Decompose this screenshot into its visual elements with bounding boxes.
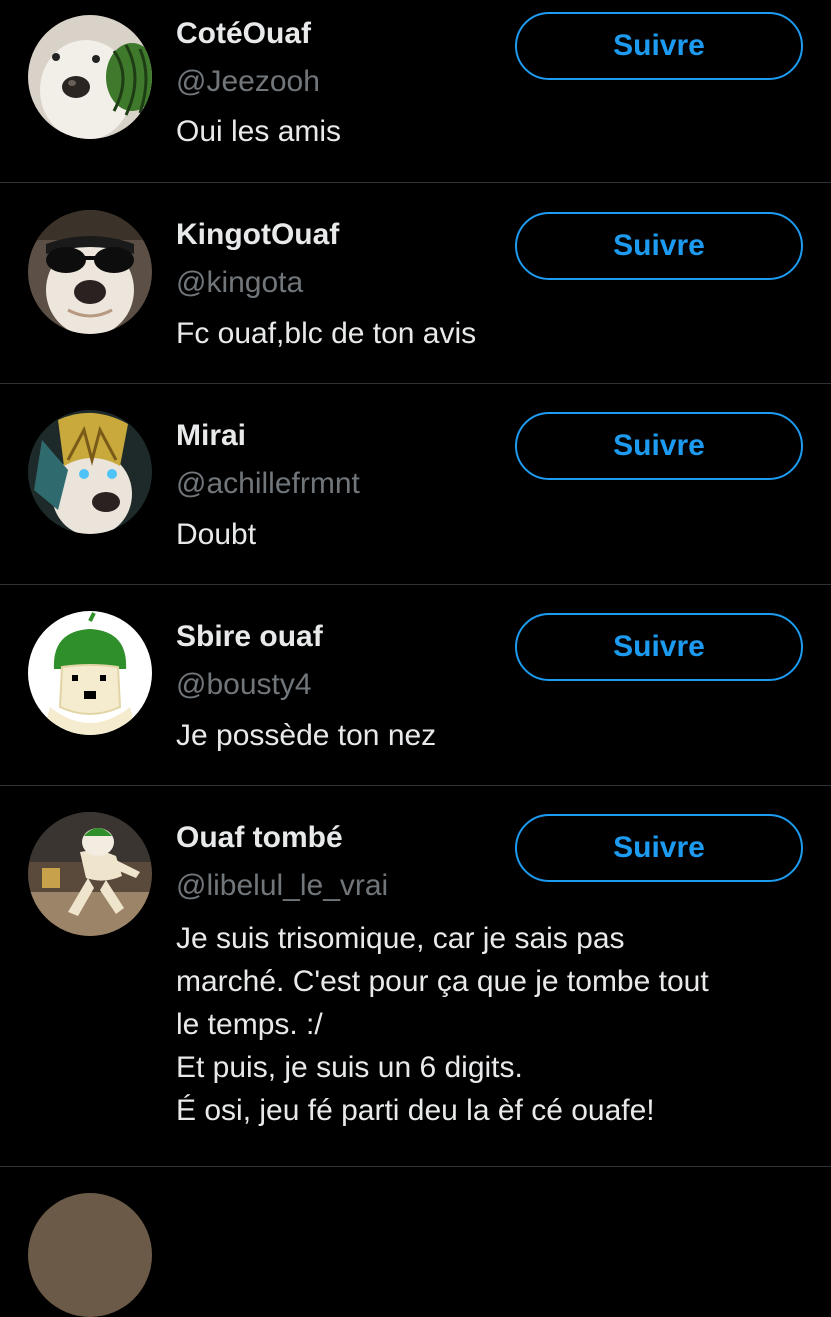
dog-avatar-icon	[28, 410, 152, 534]
follow-button[interactable]: Suivre	[515, 412, 803, 480]
bio-line: marché. C'est pour ça que je tombe tout	[176, 965, 709, 998]
fallen-dog-avatar-icon	[28, 812, 152, 936]
user-handle[interactable]: @Jeezooh	[176, 65, 320, 99]
follow-button[interactable]: Suivre	[515, 12, 803, 80]
dog-avatar-icon	[28, 210, 152, 334]
bio-line: Je suis trisomique, car je sais pas	[176, 922, 625, 955]
bio-line: Je possède ton nez	[176, 719, 437, 752]
bio-line: Fc ouaf,blc de ton avis	[176, 317, 477, 350]
bio-line: Doubt	[176, 518, 257, 551]
bio-line: Oui les amis	[176, 115, 342, 148]
user-bio: Je possède ton nez	[176, 714, 806, 757]
display-name[interactable]: CotéOuaf	[176, 17, 311, 51]
user-row[interactable]: KingotOuaf @kingota Fc ouaf,blc de ton a…	[0, 183, 831, 384]
user-bio: Doubt	[176, 513, 806, 556]
display-name[interactable]: Ouaf tombé	[176, 821, 343, 855]
user-handle[interactable]: @bousty4	[176, 668, 312, 702]
avatar[interactable]	[28, 812, 152, 936]
user-handle[interactable]: @libelul_le_vrai	[176, 869, 388, 903]
user-bio: Oui les amis	[176, 110, 806, 153]
follow-button[interactable]: Suivre	[515, 814, 803, 882]
avatar[interactable]	[28, 15, 152, 139]
display-name[interactable]: Sbire ouaf	[176, 620, 323, 654]
user-handle[interactable]: @achillefrmnt	[176, 467, 360, 501]
user-row[interactable]: Ouaf tombé @libelul_le_vrai Je suis tris…	[0, 786, 831, 1167]
dog-avatar-icon	[28, 15, 152, 139]
avatar[interactable]	[28, 210, 152, 334]
bio-line: É osi, jeu fé parti deu la èf cé ouafe!	[176, 1094, 655, 1127]
user-bio: Fc ouaf,blc de ton avis	[176, 312, 806, 355]
avatar[interactable]	[28, 611, 152, 735]
follow-button[interactable]: Suivre	[515, 613, 803, 681]
user-row[interactable]: CotéOuaf @Jeezooh Oui les amis Suivre	[0, 0, 831, 183]
display-name[interactable]: KingotOuaf	[176, 218, 339, 252]
user-handle[interactable]: @kingota	[176, 266, 303, 300]
avatar[interactable]	[28, 1193, 152, 1317]
follow-button[interactable]: Suivre	[515, 212, 803, 280]
user-row[interactable]: Mirai @achillefrmnt Doubt Suivre	[0, 384, 831, 585]
display-name[interactable]: Mirai	[176, 419, 246, 453]
bio-line: le temps. :/	[176, 1008, 323, 1041]
bio-line: Et puis, je suis un 6 digits.	[176, 1051, 523, 1084]
user-row[interactable]: Sbire ouaf @bousty4 Je possède ton nez S…	[0, 585, 831, 786]
user-bio: Je suis trisomique, car je sais pas marc…	[176, 917, 806, 1132]
avatar[interactable]	[28, 410, 152, 534]
creature-avatar-icon	[28, 611, 152, 735]
